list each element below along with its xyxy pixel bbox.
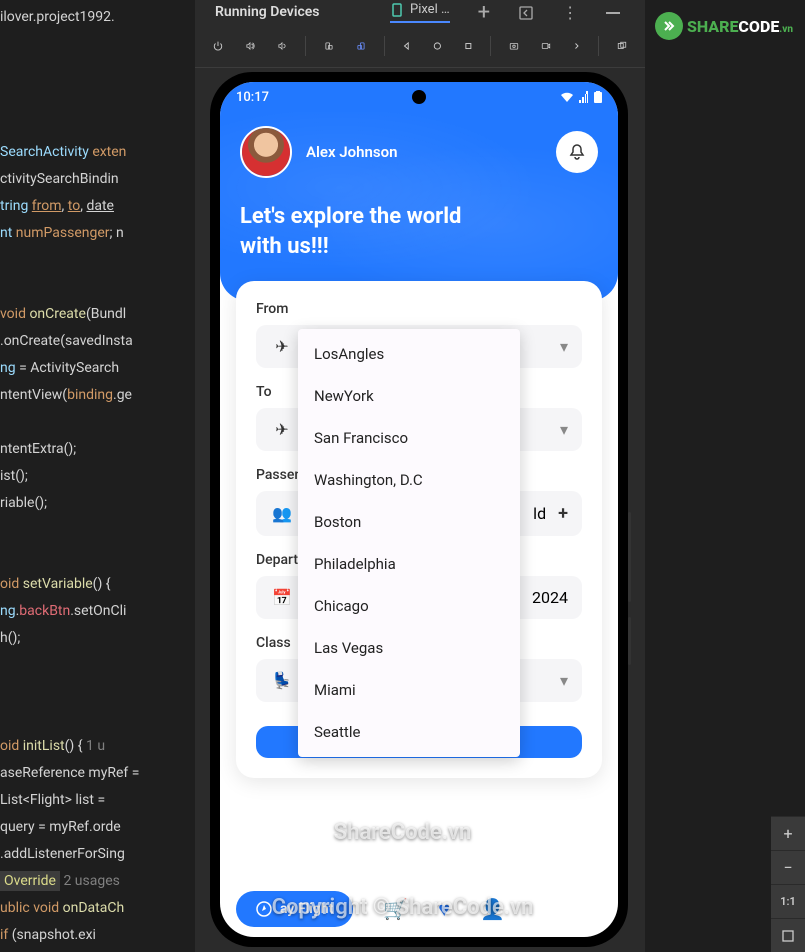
nav-home[interactable]: ay Flight — [236, 891, 353, 927]
from-label: From — [256, 301, 582, 317]
home-icon[interactable] — [433, 39, 442, 53]
collapse-icon[interactable] — [518, 5, 534, 21]
username: Alex Johnson — [306, 143, 397, 161]
seat-icon: 💺 — [270, 671, 294, 690]
battery-icon — [594, 91, 602, 103]
dropdown-item[interactable]: Las Vegas — [298, 627, 520, 669]
new-tab-icon[interactable]: + — [478, 0, 490, 25]
avatar[interactable] — [240, 126, 292, 178]
dropdown-item[interactable]: Philadelphia — [298, 543, 520, 585]
zoom-in-button[interactable]: + — [771, 816, 805, 850]
status-time: 10:17 — [236, 90, 269, 105]
sharecode-logo: SHARECODE.vn — [655, 12, 793, 40]
bottom-nav: ay Flight 🛒 ♥ 👤 — [236, 891, 602, 927]
dropdown-item[interactable]: Seattle — [298, 711, 520, 753]
power-icon[interactable] — [213, 38, 223, 54]
rotate-left-icon[interactable] — [324, 38, 334, 54]
search-card: From ✈ ▾ To ✈ ▾ Passeng � — [236, 281, 602, 778]
more-icon[interactable]: ⋮ — [562, 3, 578, 22]
zoom-controls: + − 1:1 — [771, 816, 805, 952]
from-dropdown: LosAngles NewYork San Francisco Washingt… — [298, 329, 520, 757]
record-icon[interactable] — [541, 38, 551, 54]
phone-screen: 10:17 Alex Johnson Let's explore the wor… — [220, 82, 618, 937]
overview-icon[interactable] — [464, 39, 473, 53]
phone-frame: 10:17 Alex Johnson Let's explore the wor… — [210, 72, 628, 947]
chevron-down-icon: ▾ — [560, 337, 568, 356]
add-passenger-button[interactable]: + — [558, 503, 568, 524]
emulator-toolbar — [195, 24, 645, 68]
volume-down-icon[interactable] — [277, 38, 287, 54]
app-header: Alex Johnson Let's explore the world wit… — [220, 112, 618, 301]
code-editor-bg: ilover.project1992. SearchActivity exten… — [0, 0, 195, 952]
nav-favorites[interactable]: ♥ — [438, 897, 450, 922]
ide-tabs: Pixel … + ⋮ — [390, 0, 620, 25]
chevron-down-icon: ▾ — [560, 671, 568, 690]
chevron-right-icon[interactable] — [573, 40, 580, 52]
nav-profile[interactable]: 👤 — [480, 897, 505, 921]
multi-window-icon[interactable] — [617, 38, 627, 54]
volume-up-icon[interactable] — [245, 38, 255, 54]
signal-icon — [578, 91, 590, 103]
calendar-icon: 📅 — [270, 588, 294, 607]
zoom-fit-button[interactable] — [771, 918, 805, 952]
screenshot-icon[interactable] — [509, 38, 519, 54]
dropdown-item[interactable]: San Francisco — [298, 417, 520, 459]
zoom-out-button[interactable]: − — [771, 850, 805, 884]
panel-title: Running Devices — [215, 4, 320, 20]
hero-text: Let's explore the world with us!!! — [240, 202, 598, 261]
logo-circle-icon — [655, 12, 683, 40]
bell-icon — [568, 143, 586, 161]
back-icon[interactable] — [402, 39, 411, 53]
plane-takeoff-icon: ✈ — [270, 337, 294, 356]
zoom-ratio[interactable]: 1:1 — [771, 884, 805, 918]
dropdown-item[interactable]: LosAngles — [298, 333, 520, 375]
dropdown-item[interactable]: Miami — [298, 669, 520, 711]
rotate-right-icon[interactable] — [356, 38, 366, 54]
tab-pixel[interactable]: Pixel … — [390, 2, 450, 23]
dropdown-item[interactable]: Boston — [298, 501, 520, 543]
chevron-down-icon: ▾ — [560, 420, 568, 439]
wifi-icon — [560, 91, 574, 103]
notifications-button[interactable] — [556, 131, 598, 173]
minimize-icon[interactable] — [606, 12, 620, 14]
people-icon: 👥 — [270, 504, 294, 523]
device-icon — [390, 3, 404, 17]
nav-shopping[interactable]: 🛒 — [383, 897, 408, 921]
dropdown-item[interactable]: Washington, D.C — [298, 459, 520, 501]
dropdown-item[interactable]: Chicago — [298, 585, 520, 627]
compass-icon — [256, 901, 272, 917]
plane-landing-icon: ✈ — [270, 420, 294, 439]
dropdown-item[interactable]: NewYork — [298, 375, 520, 417]
phone-camera-notch — [412, 90, 426, 104]
